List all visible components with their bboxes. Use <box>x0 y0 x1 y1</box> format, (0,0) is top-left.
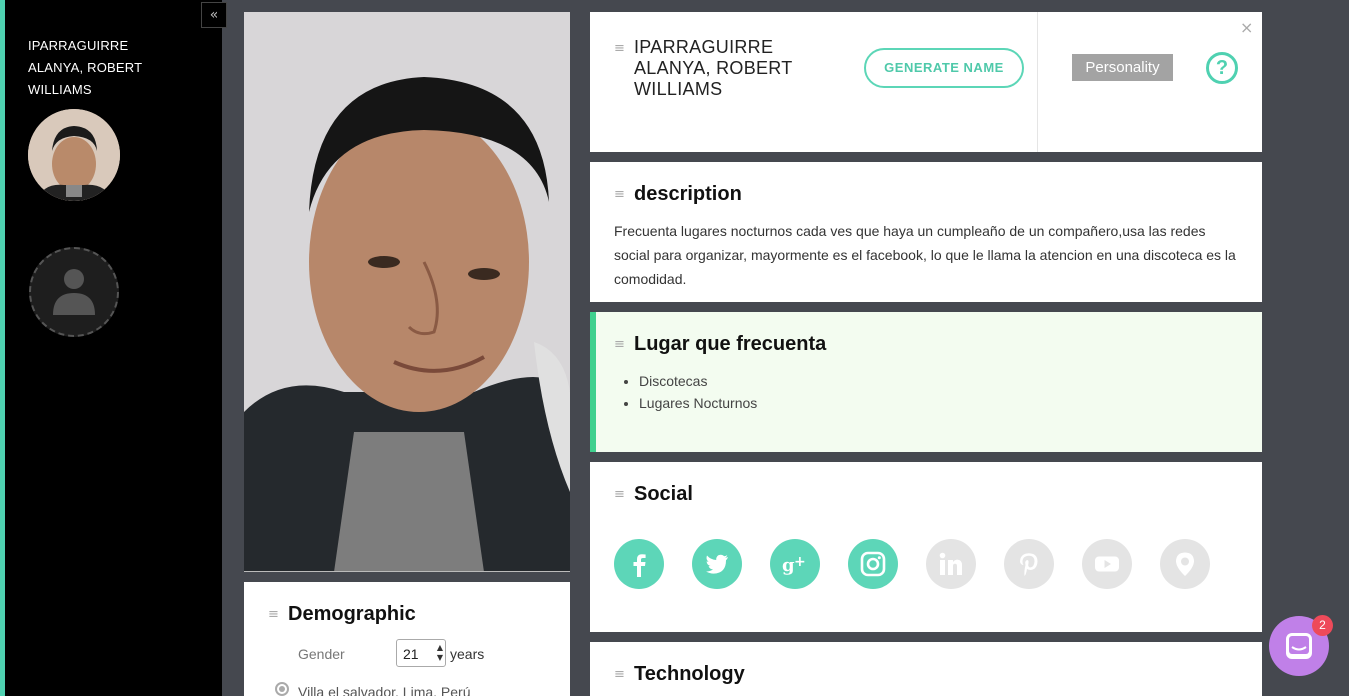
svg-text:+: + <box>794 554 806 570</box>
demographic-title: Demographic <box>288 603 416 625</box>
age-value: 21 <box>403 646 419 662</box>
location-radio[interactable] <box>275 682 289 696</box>
lugar-title: Lugar que frecuenta <box>634 333 827 355</box>
persona-avatar[interactable] <box>28 109 120 201</box>
social-title: Social <box>634 483 693 505</box>
list-item[interactable]: Discotecas <box>639 370 757 392</box>
description-title: description <box>634 183 742 205</box>
periscope-icon[interactable] <box>1160 539 1210 589</box>
drag-handle-icon[interactable]: ≡ <box>268 608 279 621</box>
twitter-icon[interactable] <box>692 539 742 589</box>
age-input[interactable]: 21 ▲ ▼ <box>396 639 446 667</box>
add-persona-avatar[interactable] <box>29 247 119 337</box>
technology-title: Technology <box>634 663 745 685</box>
demographic-card: ≡ Demographic Gender 21 ▲ ▼ years Villa e… <box>244 582 570 696</box>
linkedin-icon[interactable] <box>926 539 976 589</box>
notification-badge: 2 <box>1312 615 1333 636</box>
persona-photo <box>244 12 570 572</box>
location-text: Villa el salvador, Lima, Perú <box>298 684 471 696</box>
instagram-icon[interactable] <box>848 539 898 589</box>
sidebar-persona-name[interactable]: IPARRAGUIRRE ALANYA, ROBERT WILLIAMS <box>28 35 178 101</box>
gender-label: Gender <box>298 646 345 662</box>
close-icon[interactable]: × <box>1240 18 1253 37</box>
persona-header-card: ≡ IPARRAGUIRRE ALANYA, ROBERT WILLIAMS G… <box>590 12 1262 152</box>
sidebar: « IPARRAGUIRRE ALANYA, ROBERT WILLIAMS <box>0 0 227 696</box>
drag-handle-icon[interactable]: ≡ <box>614 668 625 681</box>
technology-card: ≡ Technology <box>590 642 1262 696</box>
generate-name-button[interactable]: GENERATE NAME <box>864 48 1024 88</box>
social-card: ≡ Social g + <box>590 462 1262 632</box>
list-item[interactable]: Lugares Nocturnos <box>639 392 757 414</box>
lugar-list: Discotecas Lugares Nocturnos <box>639 370 757 414</box>
age-unit-label: years <box>450 646 485 662</box>
description-card: ≡ description Frecuenta lugares nocturno… <box>590 162 1262 302</box>
age-spinner-icon[interactable]: ▲ ▼ <box>437 643 443 663</box>
pinterest-icon[interactable] <box>1004 539 1054 589</box>
facebook-icon[interactable] <box>614 539 664 589</box>
description-text[interactable]: Frecuenta lugares nocturnos cada ves que… <box>614 219 1244 291</box>
personality-button[interactable]: Personality <box>1072 54 1173 81</box>
google-plus-icon[interactable]: g + <box>770 539 820 589</box>
persona-name[interactable]: IPARRAGUIRRE ALANYA, ROBERT WILLIAMS <box>634 37 834 100</box>
drag-handle-icon[interactable]: ≡ <box>614 338 625 351</box>
collapse-sidebar-button[interactable]: « <box>201 2 227 28</box>
youtube-icon[interactable] <box>1082 539 1132 589</box>
lugar-card: ≡ Lugar que frecuenta Discotecas Lugares… <box>590 312 1262 452</box>
help-icon[interactable]: ? <box>1206 52 1238 84</box>
drag-handle-icon[interactable]: ≡ <box>614 188 625 201</box>
drag-handle-icon[interactable]: ≡ <box>614 488 625 501</box>
drag-handle-icon[interactable]: ≡ <box>614 42 625 55</box>
divider <box>1037 12 1038 152</box>
